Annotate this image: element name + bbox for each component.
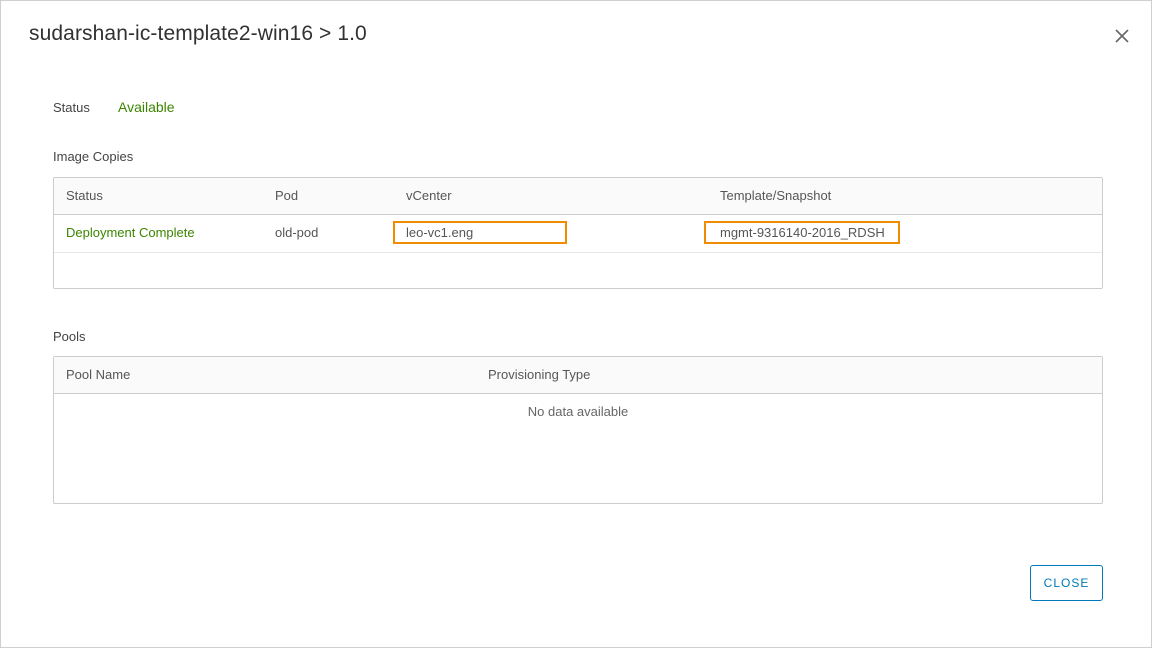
column-header-pod[interactable]: Pod bbox=[275, 188, 298, 203]
column-header-status[interactable]: Status bbox=[66, 188, 103, 203]
row-status: Deployment Complete bbox=[66, 225, 195, 240]
image-copies-grid: Status Pod vCenter Template/Snapshot Dep… bbox=[53, 177, 1103, 289]
close-icon[interactable] bbox=[1113, 27, 1131, 45]
column-header-template-snapshot[interactable]: Template/Snapshot bbox=[720, 188, 831, 203]
table-row[interactable]: Deployment Complete old-pod leo-vc1.eng … bbox=[54, 215, 1102, 253]
status-row: Status Available bbox=[53, 99, 175, 115]
image-copies-header: Status Pod vCenter Template/Snapshot bbox=[54, 178, 1102, 215]
image-details-dialog: sudarshan-ic-template2-win16 > 1.0 Statu… bbox=[0, 0, 1152, 648]
close-button[interactable]: CLOSE bbox=[1030, 565, 1103, 601]
row-vcenter: leo-vc1.eng bbox=[406, 225, 474, 240]
empty-state-text: No data available bbox=[527, 404, 629, 419]
pools-label: Pools bbox=[53, 329, 86, 344]
status-value: Available bbox=[118, 99, 175, 115]
image-copies-label: Image Copies bbox=[53, 149, 134, 164]
status-label: Status bbox=[53, 100, 90, 115]
pools-header: Pool Name Provisioning Type bbox=[54, 357, 1102, 394]
row-template-snapshot: mgmt-9316140-2016_RDSH bbox=[720, 225, 885, 240]
column-header-provisioning-type[interactable]: Provisioning Type bbox=[488, 367, 590, 382]
column-header-pool-name[interactable]: Pool Name bbox=[66, 367, 130, 382]
row-pod: old-pod bbox=[275, 225, 319, 240]
pools-grid: Pool Name Provisioning Type No data avai… bbox=[53, 356, 1103, 504]
dialog-title: sudarshan-ic-template2-win16 > 1.0 bbox=[29, 22, 367, 45]
column-header-vcenter[interactable]: vCenter bbox=[406, 188, 452, 203]
